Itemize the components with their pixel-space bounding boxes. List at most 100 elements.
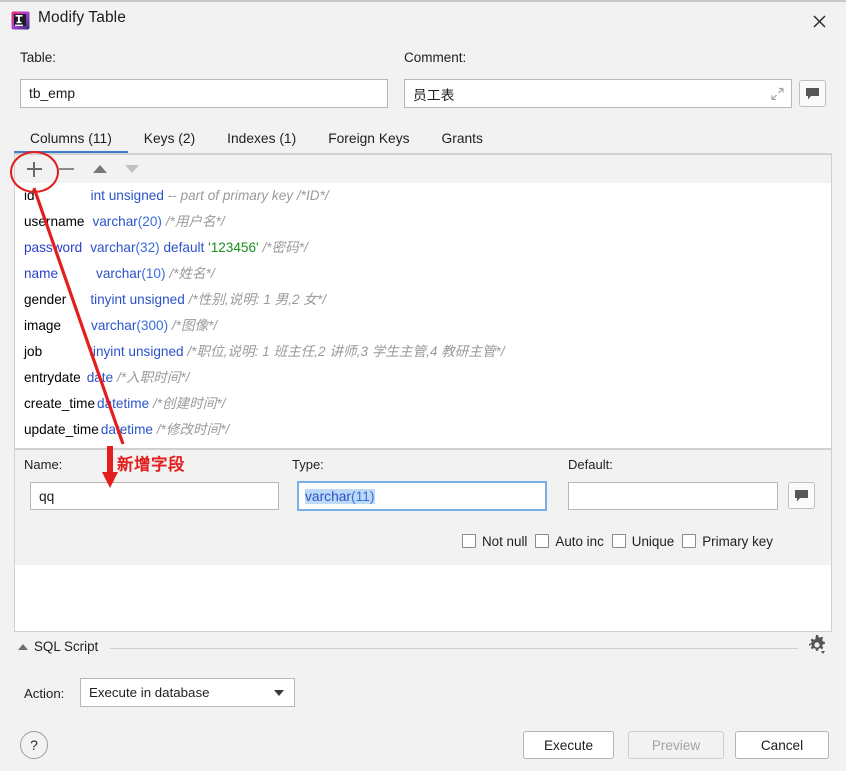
field-name-input[interactable]: qq [30,482,279,510]
column-comment: /*性别,说明: 1 男,2 女*/ [189,292,326,307]
comment-input[interactable]: 员工表 [404,79,792,108]
remove-column-button[interactable] [51,155,81,183]
column-comment: /*创建时间*/ [153,396,226,411]
checkbox-box[interactable] [682,534,696,548]
page-title: Modify Table [38,9,126,27]
field-name-label: Name: [24,457,62,472]
column-comment: /*姓名*/ [169,266,214,281]
column-type: varchar [96,266,141,281]
column-comment: /*修改时间*/ [157,422,230,437]
table-row[interactable]: passwordvarchar(32) default '123456' /*密… [15,235,831,261]
action-select-value: Execute in database [89,685,210,700]
triangle-down-icon [125,165,139,173]
column-type: datetime [101,422,153,437]
action-label: Action: [24,686,64,701]
tab-keys[interactable]: Keys (2) [128,123,211,154]
expand-icon[interactable] [771,87,784,100]
column-name: entrydate [24,365,81,391]
checkbox-primary-key[interactable]: Primary key [682,534,773,549]
checkbox-unique[interactable]: Unique [612,534,674,549]
execute-button[interactable]: Execute [523,731,614,759]
field-type-label: Type: [292,457,324,472]
sql-script-header[interactable]: SQL Script [16,638,830,658]
column-name: image [24,313,61,339]
tab-indexes[interactable]: Indexes (1) [211,123,312,154]
column-extra-note: part of primary key [181,188,294,203]
column-name: id [24,183,35,209]
default-comment-bubble-icon[interactable] [788,482,815,509]
chevron-down-icon [274,690,284,696]
divider [110,648,798,649]
table-row[interactable]: gender tinyint unsigned /*性别,说明: 1 男,2 女*… [15,287,831,313]
column-type-length: (32) [136,240,160,255]
field-default-input[interactable] [568,482,778,510]
comment-bubble-icon[interactable] [799,80,826,107]
comment-input-value: 员工表 [413,84,454,104]
column-name: name [24,261,58,287]
column-type: tinyint unsigned [89,344,183,359]
action-select[interactable]: Execute in database [80,678,295,707]
column-default-value: '123456' [208,240,259,255]
title-bar: Modify Table [0,2,846,38]
help-icon[interactable]: ? [20,731,48,759]
checkbox-auto-inc[interactable]: Auto inc [535,534,603,549]
sql-script-title: SQL Script [34,639,98,654]
tab-foreign-keys[interactable]: Foreign Keys [312,123,425,154]
table-row[interactable]: entrydatedate /*入职时间*/ [15,365,831,391]
column-type-length: (10) [141,266,165,281]
table-row[interactable]: update_timedatetime /*修改时间*/ [15,417,831,443]
column-detail-spacer [14,565,832,632]
triangle-up-icon[interactable] [18,644,28,650]
table-row[interactable]: idint unsigned -- part of primary key /*… [15,183,831,209]
add-column-button[interactable] [19,155,49,183]
gear-icon[interactable] [806,633,828,657]
checkbox-box[interactable] [535,534,549,548]
columns-list[interactable]: idint unsigned -- part of primary key /*… [14,183,832,449]
column-default-keyword: default [163,240,204,255]
column-extra-dash: -- [168,188,177,203]
column-type: varchar [90,240,135,255]
table-row[interactable]: create_timedatetime /*创建时间*/ [15,391,831,417]
column-comment: /*用户名*/ [166,214,225,229]
checkbox-not-null[interactable]: Not null [462,534,527,549]
column-name: username [24,209,84,235]
column-type-length: (300) [136,318,168,333]
preview-button[interactable]: Preview [628,731,724,759]
checkbox-box[interactable] [462,534,476,548]
table-label: Table: [20,50,56,65]
cancel-button[interactable]: Cancel [735,731,829,759]
tab-columns[interactable]: Columns (11) [14,123,128,154]
column-name: gender [24,287,66,313]
column-type-length: (20) [138,214,162,229]
column-type: tinyint unsigned [90,292,184,307]
field-type-input[interactable]: varchar(11) [297,481,547,511]
table-row[interactable]: name varchar(10) /*姓名*/ [15,261,831,287]
modify-table-dialog: Modify Table Table: tb_emp Comment: 员工表 … [0,0,846,771]
tab-grants[interactable]: Grants [426,123,499,154]
column-comment: /*入职时间*/ [117,370,190,385]
plus-icon [27,162,42,177]
column-comment: /*图像*/ [172,318,217,333]
comment-label: Comment: [404,50,466,65]
move-up-button[interactable] [85,155,115,183]
field-default-label: Default: [568,457,613,472]
minus-icon [59,168,74,171]
columns-toolbar [14,154,832,183]
table-row[interactable]: image varchar(300) /*图像*/ [15,313,831,339]
column-name: update_time [24,417,99,443]
column-comment: /*密码*/ [262,240,307,255]
checkbox-label: Not null [482,534,527,549]
move-down-button[interactable] [117,155,147,183]
column-name: job [24,339,42,365]
close-icon[interactable] [806,8,832,34]
field-type-value: varchar [305,489,351,504]
column-comment: /*ID*/ [297,188,329,203]
checkbox-label: Primary key [702,534,773,549]
table-row[interactable]: jobtinyint unsigned /*职位,说明: 1 班主任,2 讲师,… [15,339,831,365]
tab-bar: Columns (11) Keys (2) Indexes (1) Foreig… [14,123,832,154]
table-row[interactable]: usernamevarchar(20) /*用户名*/ [15,209,831,235]
checkbox-box[interactable] [612,534,626,548]
column-type: varchar [91,318,136,333]
checkbox-label: Unique [632,534,674,549]
table-name-input[interactable]: tb_emp [20,79,388,108]
